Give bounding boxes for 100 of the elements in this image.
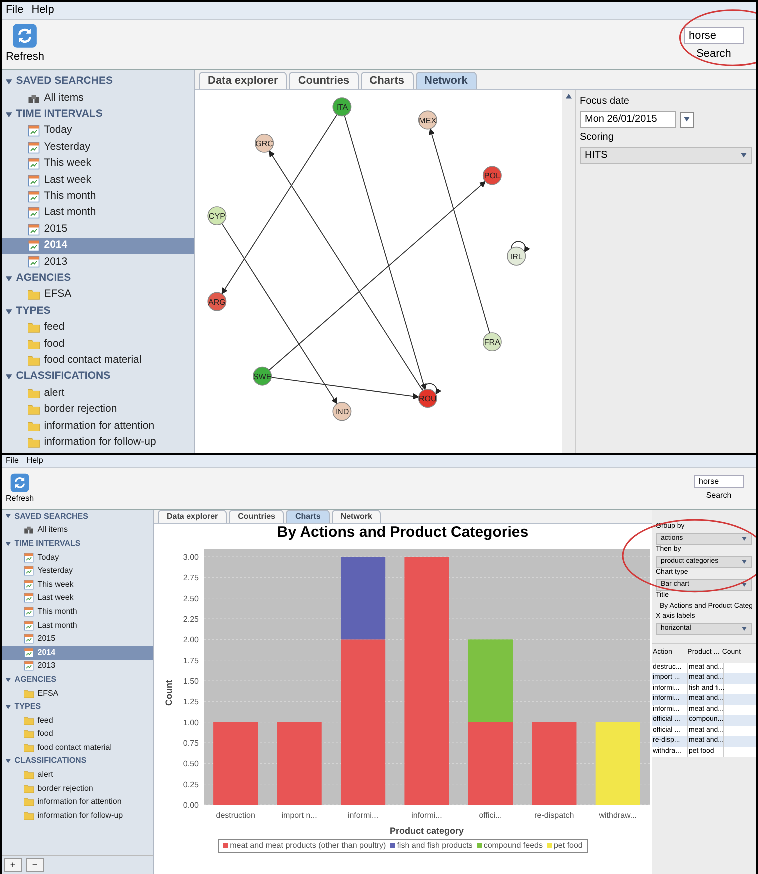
section-header[interactable]: TYPES — [2, 303, 194, 320]
sidebar-item[interactable]: All items — [2, 524, 153, 538]
sidebar-item[interactable]: food — [2, 336, 194, 353]
tab[interactable]: Countries — [289, 72, 359, 89]
sidebar-item[interactable]: EFSA — [2, 686, 153, 700]
sidebar-item[interactable]: This month — [2, 188, 194, 206]
country-node[interactable]: ARG — [208, 292, 227, 312]
sidebar-button[interactable]: + — [4, 858, 22, 872]
date-field[interactable]: Mon 26/01/2015 — [580, 111, 676, 128]
folder-icon — [24, 716, 34, 725]
country-node[interactable]: IRL — [507, 246, 526, 266]
date-dropdown-button[interactable] — [680, 112, 694, 128]
folder-icon — [28, 422, 40, 432]
sidebar-item[interactable]: 2015 — [2, 632, 153, 646]
sidebar-item[interactable]: feed — [2, 320, 194, 336]
sidebar-item[interactable]: 2013 — [2, 660, 153, 674]
sidebar-item[interactable]: Last week — [2, 172, 194, 189]
section-header[interactable]: TIME INTERVALS — [2, 537, 153, 551]
search-button[interactable]: Search — [696, 46, 732, 62]
sidebar-item[interactable]: information for follow-up — [2, 434, 194, 451]
sidebar-item[interactable]: All items — [2, 90, 194, 107]
y-tick-label: 2.75 — [183, 573, 199, 582]
search-button[interactable]: Search — [706, 490, 732, 502]
section-header[interactable]: CLASSIFICATIONS — [2, 754, 153, 768]
country-node[interactable]: CYP — [208, 206, 227, 226]
sidebar-item[interactable]: 2013 — [2, 254, 194, 271]
country-node[interactable]: SWE — [253, 366, 272, 386]
sidebar-item[interactable]: border rejection — [2, 402, 194, 418]
search-field[interactable]: horse — [684, 26, 744, 44]
y-tick-label: 1.50 — [183, 676, 199, 686]
section-header[interactable]: TIME INTERVALS — [2, 106, 194, 124]
section-header[interactable]: AGENCIES — [2, 270, 194, 288]
tab[interactable]: Network — [332, 510, 382, 523]
sidebar-item[interactable]: Last month — [2, 618, 153, 632]
search-field[interactable]: horse — [694, 475, 744, 488]
sidebar-item[interactable]: Today — [2, 123, 194, 140]
folder-icon — [28, 290, 40, 300]
tab[interactable]: Data explorer — [199, 72, 288, 89]
collapse-icon — [6, 308, 12, 315]
country-node[interactable]: POL — [482, 166, 502, 186]
sidebar-item[interactable]: alert — [2, 385, 194, 402]
caret-icon — [742, 536, 747, 541]
binoculars-icon — [28, 92, 40, 105]
calendar-icon — [24, 648, 34, 658]
section-header[interactable]: SAVED SEARCHES — [2, 510, 153, 524]
tab[interactable]: Network — [416, 72, 477, 89]
sidebar-item[interactable]: food — [2, 728, 153, 742]
menu-item[interactable]: Help — [32, 2, 54, 19]
x-axis-title: Product category — [390, 826, 464, 836]
tab[interactable]: Countries — [229, 510, 284, 523]
sidebar-item[interactable]: Yesterday — [2, 564, 153, 578]
country-node[interactable]: ITA — [332, 98, 352, 117]
section-header[interactable]: TYPES — [2, 700, 153, 714]
tab[interactable]: Charts — [286, 510, 330, 523]
sidebar-item[interactable]: information for attention — [2, 795, 153, 810]
refresh-button[interactable]: Refresh — [6, 23, 45, 66]
loop-arrow — [511, 241, 530, 253]
sidebar-item[interactable]: 2015 — [2, 222, 194, 238]
sidebar-item[interactable]: Today — [2, 550, 153, 564]
sidebar-item[interactable]: This week — [2, 156, 194, 172]
country-node[interactable]: GRC — [255, 134, 274, 153]
country-node[interactable]: MEX — [418, 110, 438, 130]
sidebar-item[interactable]: food contact material — [2, 741, 153, 755]
menu-item[interactable]: File — [6, 2, 24, 19]
menu-item[interactable]: Help — [26, 455, 44, 467]
sidebar-item[interactable]: information for follow-up — [2, 809, 153, 823]
scoring-dropdown[interactable]: HITS — [580, 147, 752, 164]
country-node[interactable]: IND — [332, 402, 352, 422]
collapse-icon — [6, 112, 12, 118]
sidebar-item[interactable]: food contact material — [2, 352, 194, 370]
sidebar-item[interactable]: information for attention — [2, 418, 194, 435]
x-tick-label: import n... — [282, 810, 318, 820]
menu-item[interactable]: File — [6, 455, 19, 467]
section-header[interactable]: AGENCIES — [2, 673, 153, 687]
collapse-icon — [6, 374, 12, 380]
sidebar-item[interactable]: This week — [2, 578, 153, 592]
sidebar-item[interactable]: Last week — [2, 592, 153, 606]
refresh-button[interactable]: Refresh — [6, 472, 34, 504]
refresh-icon — [12, 23, 38, 50]
collapse-icon — [6, 678, 11, 682]
country-node[interactable]: FRA — [482, 332, 502, 352]
folder-icon — [28, 405, 40, 415]
sidebar-item[interactable]: Last month — [2, 205, 194, 222]
country-node[interactable]: ROU — [418, 389, 438, 408]
sidebar-item[interactable]: EFSA — [2, 287, 194, 304]
sidebar-item[interactable]: Yesterday — [2, 140, 194, 156]
folder-icon — [28, 438, 40, 448]
sidebar-item[interactable]: This month — [2, 605, 153, 619]
tab[interactable]: Data explorer — [158, 510, 228, 523]
y-tick-label: 3.00 — [183, 552, 199, 562]
section-header[interactable]: CLASSIFICATIONS — [2, 369, 194, 386]
sidebar-button[interactable]: − — [26, 858, 44, 872]
section-header[interactable]: SAVED SEARCHES — [2, 74, 194, 90]
sidebar-item[interactable]: border rejection — [2, 782, 153, 796]
sidebar-item[interactable]: feed — [2, 714, 153, 728]
folder-icon — [24, 730, 34, 738]
calendar-icon — [24, 620, 34, 631]
sidebar-item[interactable]: alert — [2, 768, 153, 782]
tab[interactable]: Charts — [360, 72, 414, 89]
folder-icon — [28, 388, 40, 398]
